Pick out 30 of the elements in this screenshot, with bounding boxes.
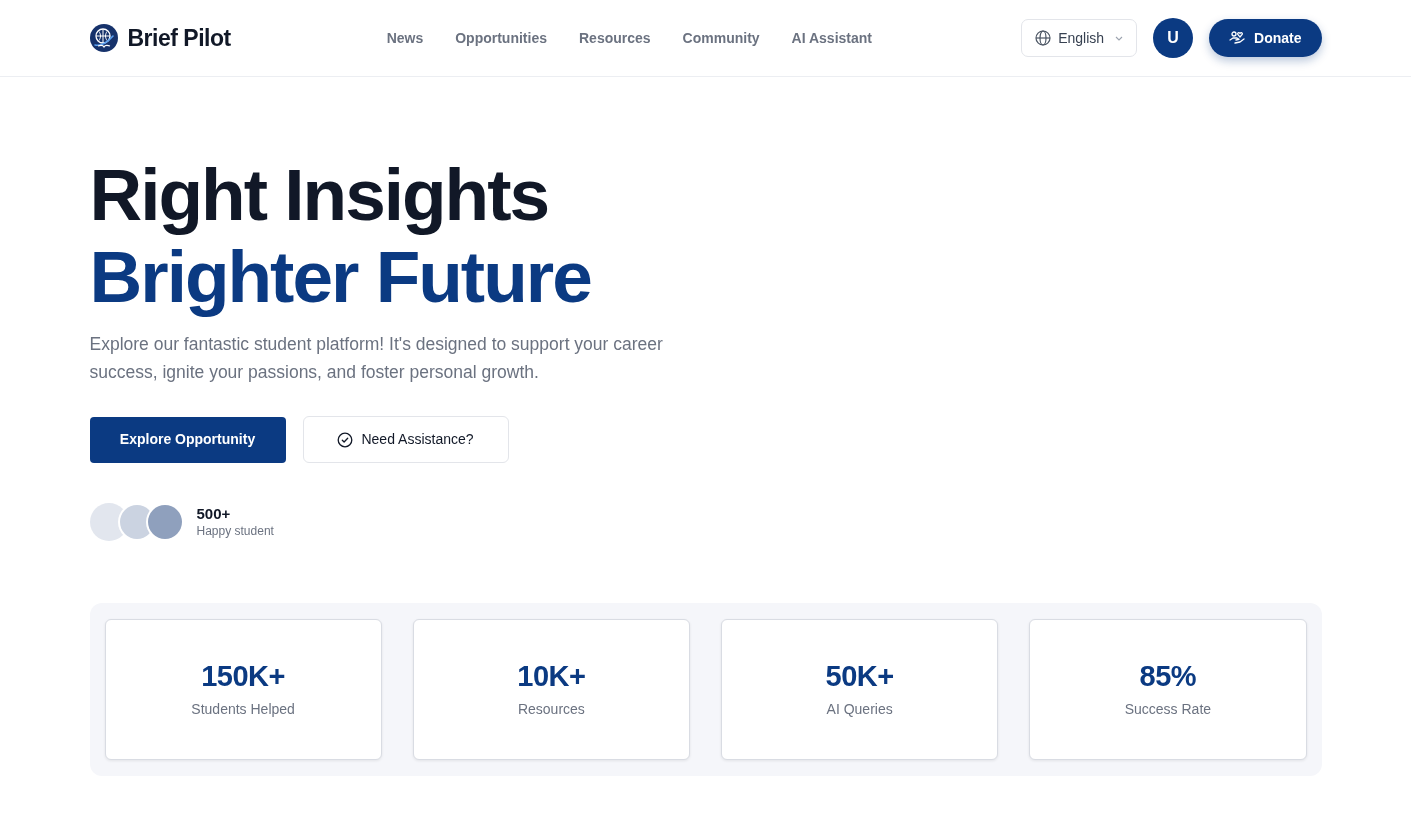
hero-heading: Right Insights [89,154,549,236]
brand-name[interactable]: Brief Pilot [127,20,231,56]
stat-value: 85% [1139,659,1197,693]
student-count: 500+ [196,505,232,523]
nav-link[interactable]: AI Assistant [791,27,872,49]
stat-value: 10K+ [517,659,586,693]
nav-link[interactable]: Community [682,27,760,49]
student-caption: Happy student [196,523,274,539]
donate-button[interactable]: Donate [1209,19,1322,57]
hero-heading: Brighter Future [89,236,591,318]
nav-link[interactable]: News [386,27,424,49]
explore-button[interactable]: Explore Opportunity [89,416,286,463]
stat-value: 50K+ [825,659,894,693]
stat-label: Resources [517,700,585,719]
chevron-down-icon [1115,35,1124,41]
user-avatar[interactable]: U [1153,18,1194,58]
logo-icon [89,24,118,52]
stat-label: Students Helped [191,700,295,719]
assistance-button[interactable]: Need Assistance? [302,416,509,463]
globe-icon [1035,30,1052,46]
hand-heart-icon [1229,31,1246,45]
hero-description: Explore our fantastic student platform! It's designed to support your career success, ignite your passions, and foster personal growth. [89,333,664,384]
check-circle-icon [337,431,354,448]
nav-link[interactable]: Opportunities [455,27,547,49]
stat-label: Success Rate [1124,700,1212,719]
avatar-stack-icon [89,503,184,541]
stat-label: AI Queries [826,700,893,719]
language-selector[interactable]: English [1021,19,1138,57]
stat-value: 150K+ [201,659,285,693]
nav-link[interactable]: Resources [579,27,651,49]
